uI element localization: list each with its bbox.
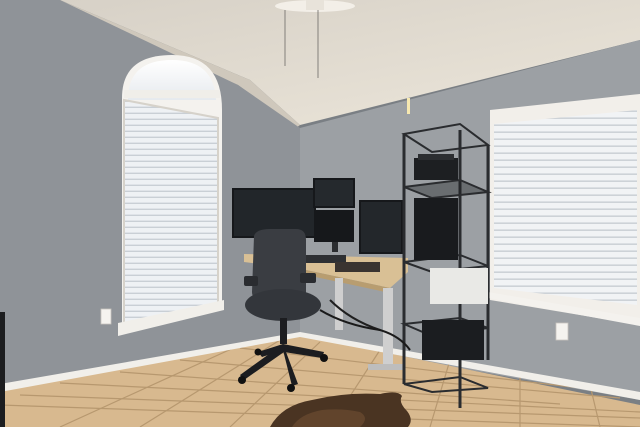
home-office-photo	[0, 0, 640, 427]
ups-box	[422, 320, 484, 360]
desk-mat	[335, 262, 380, 272]
keyboard	[306, 255, 346, 263]
lamp	[407, 98, 410, 114]
side-cabinet	[0, 312, 5, 427]
electrical-outlet-icon	[100, 308, 112, 325]
electrical-outlet-icon	[555, 322, 569, 341]
storage-box	[430, 268, 488, 304]
monitor-icon	[359, 200, 403, 254]
window-blinds-icon	[118, 98, 224, 336]
pc-tower	[414, 198, 458, 260]
printer-icon	[414, 154, 458, 180]
monitor-icon	[313, 178, 355, 208]
window-blinds-icon	[488, 94, 640, 326]
